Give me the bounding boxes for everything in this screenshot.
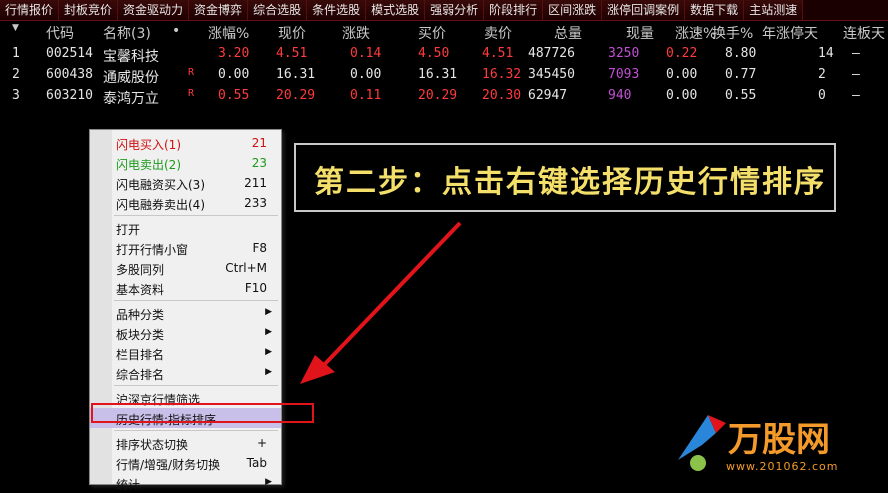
logo-text: 万股网 [728, 420, 830, 460]
logo-url: www.201062.com [726, 460, 839, 473]
